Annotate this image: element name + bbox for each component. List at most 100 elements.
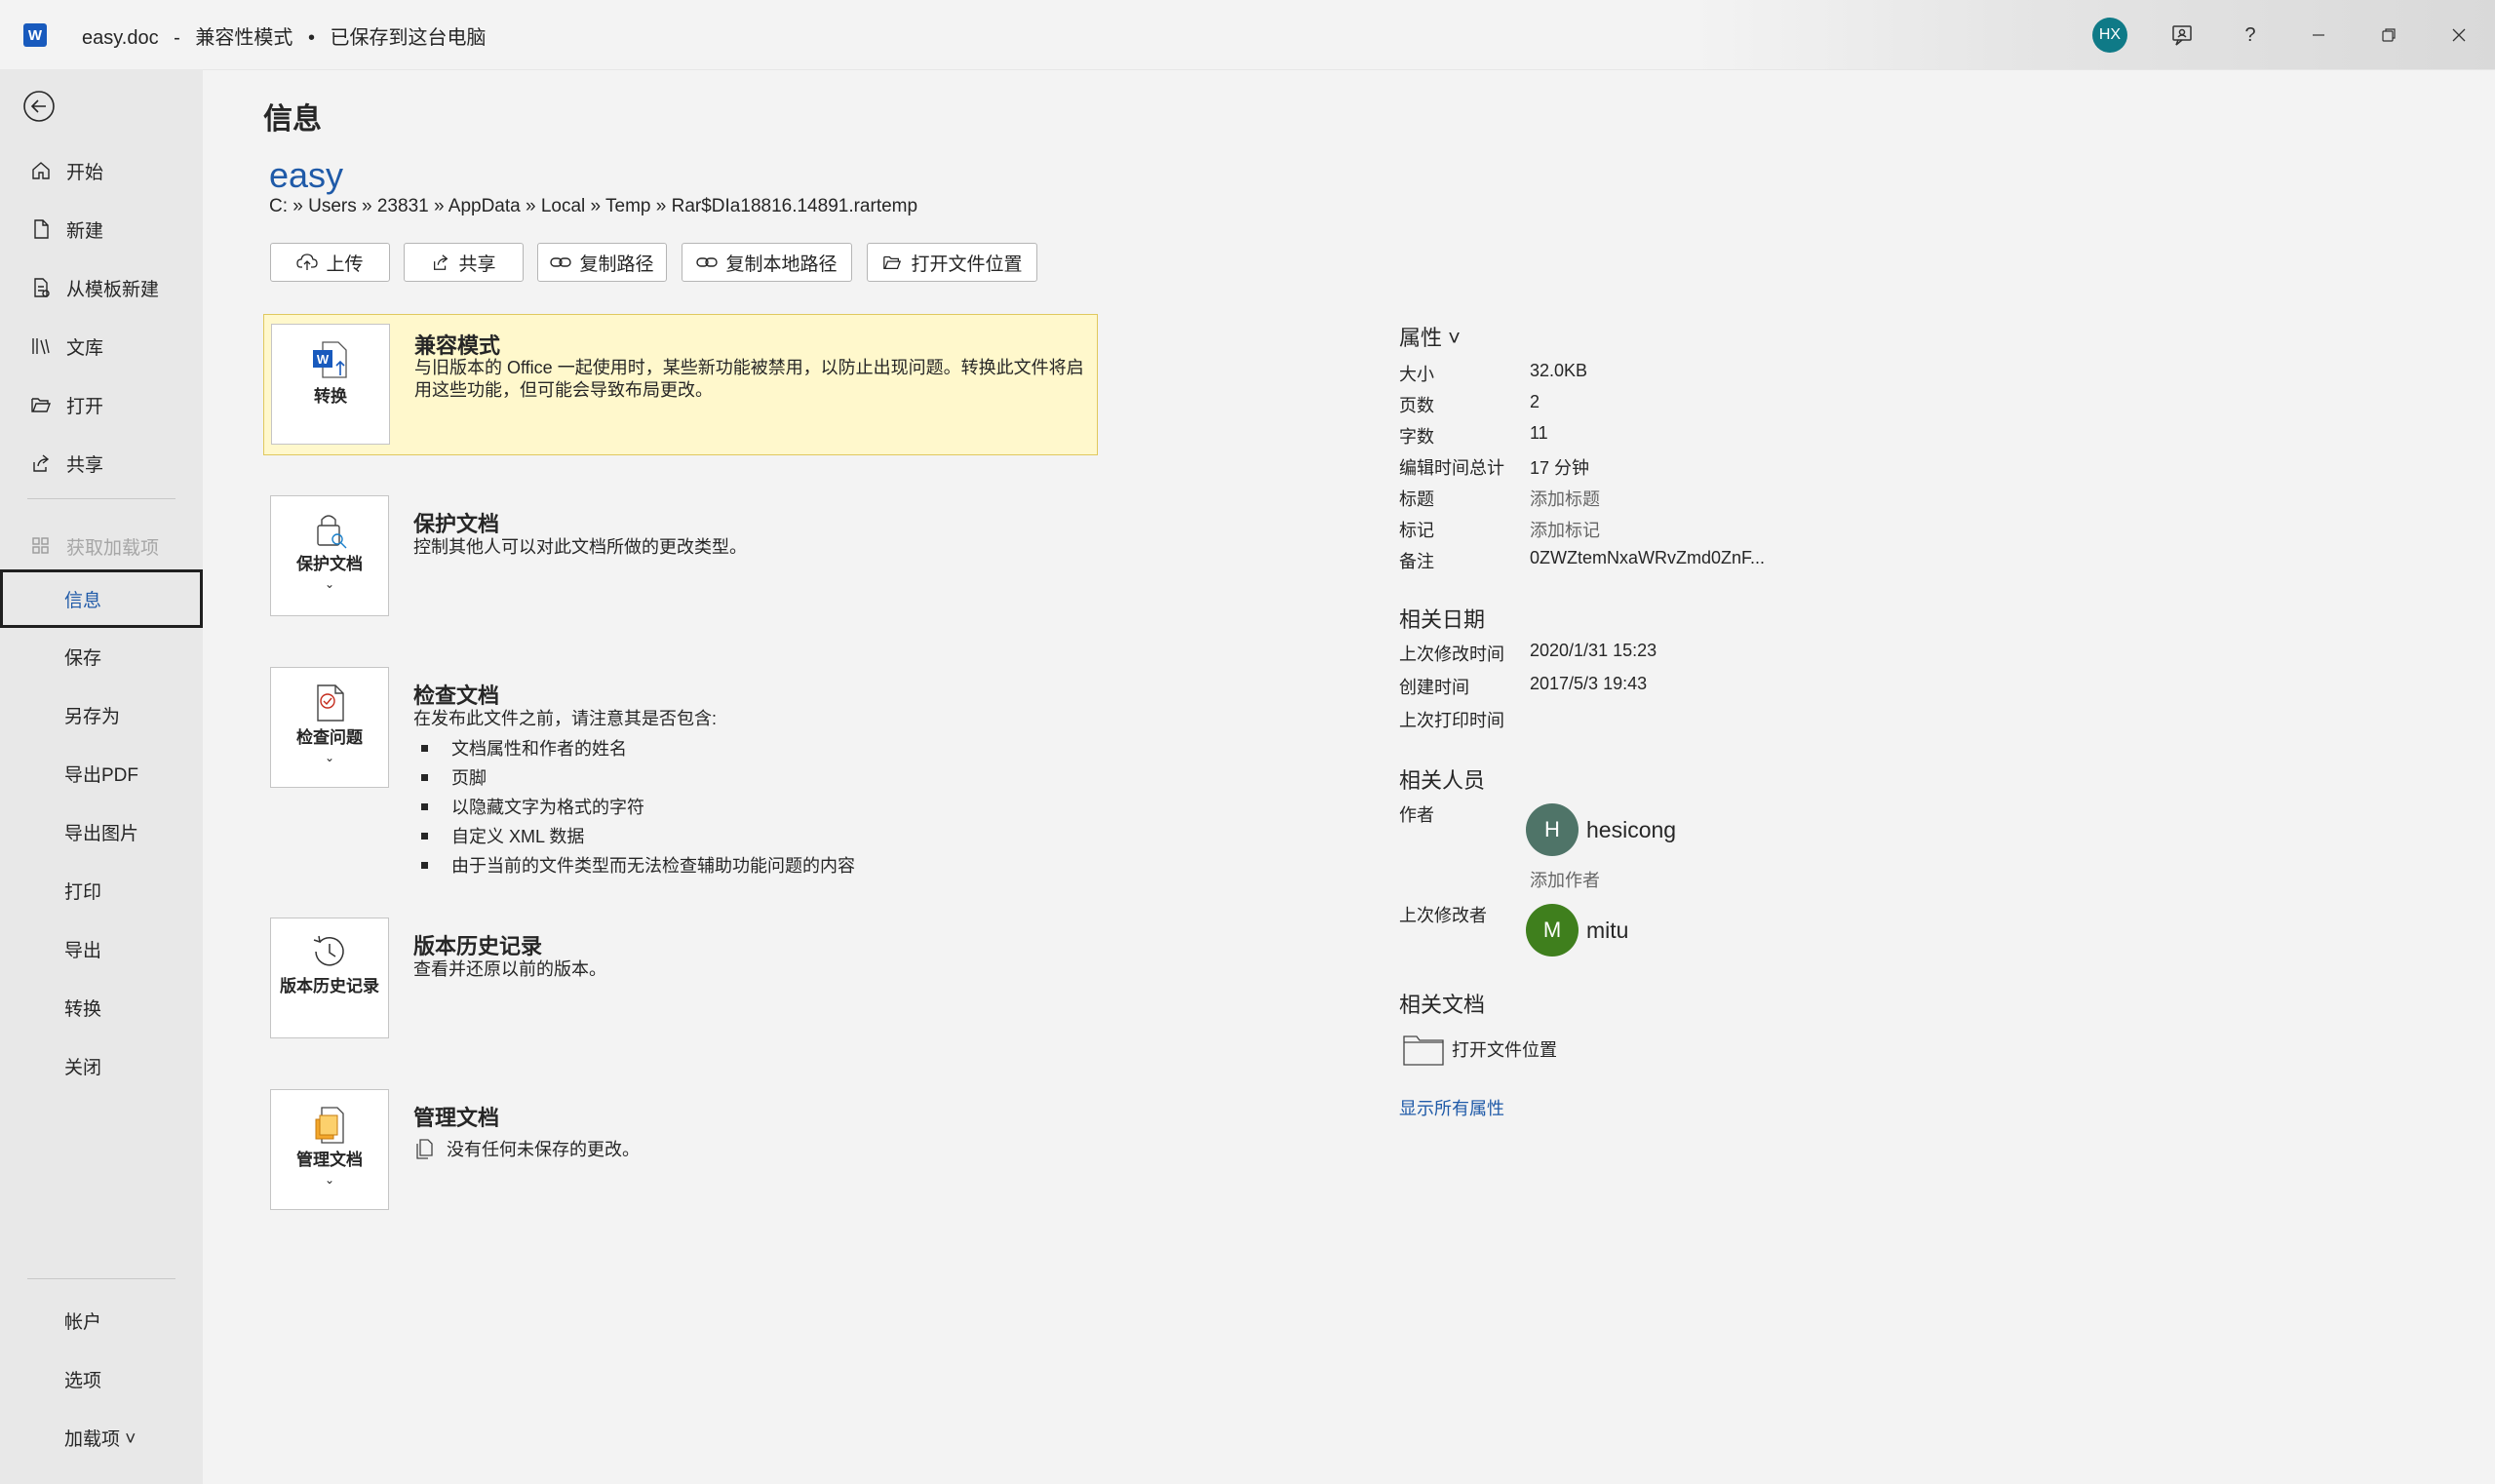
manage-doc-status: 没有任何未保存的更改。: [413, 1136, 640, 1161]
addins-icon: [27, 532, 55, 560]
file-name: easy.doc: [82, 27, 159, 49]
sidebar-item-save-as[interactable]: 另存为: [0, 689, 203, 740]
author-name: hesicong: [1586, 816, 1677, 842]
author-person[interactable]: H hesicong: [1526, 803, 1676, 856]
title-separator: -: [174, 27, 180, 49]
compat-mode-card: W 转换 兼容模式 与旧版本的 Office 一起使用时，某些新功能被禁用，以防…: [263, 314, 1098, 455]
protect-tile-label: 保护文档: [296, 555, 363, 573]
back-arrow-icon[interactable]: [21, 89, 57, 124]
sidebar-divider: [27, 498, 175, 499]
sidebar-item-export-image[interactable]: 导出图片: [0, 806, 203, 857]
link-icon: [696, 257, 719, 267]
chevron-down-icon: ⌄: [324, 577, 335, 591]
prop-row-words: 字数 11: [1399, 423, 1548, 447]
version-history-title: 版本历史记录: [413, 934, 543, 958]
sidebar-item-save[interactable]: 保存: [0, 631, 203, 682]
prop-row-title: 标题 添加标题: [1399, 486, 1984, 517]
sidebar-item-library[interactable]: 文库: [0, 321, 203, 371]
related-people-title: 相关人员: [1399, 768, 1486, 793]
sidebar-item-export-pdf[interactable]: 导出PDF: [0, 748, 203, 799]
sidebar-item-close[interactable]: 关闭: [0, 1040, 203, 1091]
sidebar-item-label: 新建: [66, 220, 104, 242]
sidebar-item-account[interactable]: 帐户: [0, 1295, 203, 1346]
sidebar-item-convert[interactable]: 转换: [0, 982, 203, 1033]
link-icon: [550, 257, 572, 267]
history-clock-icon: [313, 935, 344, 966]
sidebar-item-label: 保存: [64, 647, 102, 669]
open-file-location-label: 打开文件位置: [911, 254, 1023, 275]
copy-local-path-button[interactable]: 复制本地路径: [682, 243, 852, 282]
list-item: 自定义 XML 数据: [413, 821, 855, 850]
author-row: 作者: [1399, 805, 1434, 825]
last-modifier-person[interactable]: M mitu: [1526, 904, 1628, 957]
chevron-down-icon: ⌄: [324, 1173, 335, 1187]
title-bar: W easy.doc - 兼容性模式 • 已保存到这台电脑 HX ?: [0, 0, 2495, 70]
sidebar-item-label: 信息: [64, 590, 102, 611]
comments-field[interactable]: 0ZWZtemNxaWRvZmd0ZnF...: [1530, 548, 1765, 568]
folder-icon: [1403, 1035, 1444, 1066]
version-history-tile-label: 版本历史记录: [280, 977, 379, 996]
document-name: easy: [269, 155, 344, 195]
convert-button[interactable]: W 转换: [271, 324, 390, 445]
restore-icon[interactable]: [2369, 16, 2408, 55]
sidebar-item-label: 打开: [66, 396, 104, 417]
sidebar-item-new[interactable]: 新建: [0, 204, 203, 254]
compat-mode-title: 兼容模式: [414, 333, 501, 358]
avatar: M: [1526, 904, 1579, 957]
documents-icon: [416, 1139, 433, 1159]
protect-doc-button[interactable]: 保护文档 ⌄: [270, 495, 389, 616]
version-history-button[interactable]: 版本历史记录: [270, 918, 389, 1038]
share-icon: [27, 449, 55, 477]
copy-path-button[interactable]: 复制路径: [537, 243, 667, 282]
sidebar-item-label: 帐户: [64, 1311, 102, 1333]
check-issues-button[interactable]: 检查问题 ⌄: [270, 667, 389, 788]
open-location-link[interactable]: 打开文件位置: [1403, 1033, 1557, 1066]
open-file-location-button[interactable]: 打开文件位置: [867, 243, 1037, 282]
sidebar-item-label: 转换: [64, 998, 102, 1020]
sidebar-item-open[interactable]: 打开: [0, 379, 203, 430]
close-icon[interactable]: [2439, 16, 2478, 55]
sidebar-item-label: 共享: [66, 454, 104, 476]
share-button[interactable]: 共享: [404, 243, 524, 282]
prop-row-size: 大小 32.0KB: [1399, 361, 1588, 384]
minimize-icon[interactable]: [2299, 16, 2338, 55]
add-title-field[interactable]: 添加标题: [1530, 486, 1600, 511]
sidebar-item-print[interactable]: 打印: [0, 865, 203, 916]
chevron-down-icon: ⌄: [324, 751, 335, 764]
upload-label: 上传: [326, 254, 364, 275]
add-tags-field[interactable]: 添加标记: [1530, 517, 1600, 542]
sidebar-item-label: 另存为: [64, 706, 121, 727]
sidebar-item-from-template[interactable]: 从模板新建: [0, 262, 203, 313]
copy-local-path-label: 复制本地路径: [725, 254, 838, 275]
properties-dropdown[interactable]: 属性 ˅: [1399, 321, 1461, 352]
related-dates-title: 相关日期: [1399, 607, 1486, 632]
sidebar-item-label: 文库: [66, 337, 104, 359]
sidebar-item-info[interactable]: 信息: [0, 569, 203, 628]
date-row-modified: 上次修改时间 2020/1/31 15:23: [1399, 641, 1657, 664]
sidebar-item-share[interactable]: 共享: [0, 438, 203, 488]
sidebar-item-addins[interactable]: 加载项 ˅: [0, 1412, 203, 1463]
prop-row-pages: 页数 2: [1399, 392, 1540, 415]
title-dot: •: [307, 27, 315, 49]
upload-button[interactable]: 上传: [270, 243, 390, 282]
inspect-doc-card: 检查问题 ⌄ 检查文档 在发布此文件之前，请注意其是否包含: 文档属性和作者的姓…: [263, 667, 1098, 891]
related-docs-title: 相关文档: [1399, 993, 1486, 1017]
check-issues-tile-label: 检查问题: [296, 728, 363, 747]
sidebar-item-export[interactable]: 导出: [0, 923, 203, 974]
sidebar-item-home[interactable]: 开始: [0, 145, 203, 196]
sidebar-item-label: 加载项 ˅: [64, 1428, 136, 1450]
sidebar-item-options[interactable]: 选项: [0, 1353, 203, 1404]
sidebar-item-label: 导出PDF: [64, 764, 139, 786]
feedback-icon[interactable]: [2163, 16, 2202, 55]
version-history-card: 版本历史记录 版本历史记录 查看并还原以前的版本。: [263, 918, 1098, 1044]
sidebar-item-label: 开始: [66, 162, 104, 183]
compat-mode-label: 兼容性模式: [195, 27, 293, 49]
account-avatar[interactable]: HX: [2092, 18, 2127, 53]
help-icon[interactable]: ?: [2231, 16, 2270, 55]
date-row-created: 创建时间 2017/5/3 19:43: [1399, 674, 1648, 697]
manage-doc-button[interactable]: 管理文档 ⌄: [270, 1089, 389, 1210]
show-all-properties-link[interactable]: 显示所有属性: [1399, 1095, 1504, 1120]
sidebar-item-label: 打印: [64, 881, 102, 903]
add-author-link[interactable]: 添加作者: [1530, 867, 1822, 898]
prop-row-tags: 标记 添加标记: [1399, 517, 1984, 548]
